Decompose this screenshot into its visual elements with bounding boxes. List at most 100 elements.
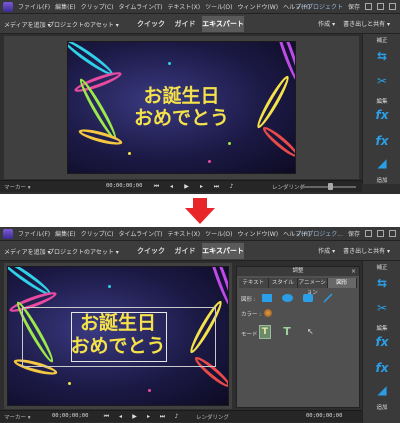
maximize-button[interactable] — [377, 3, 384, 10]
export-share-dropdown[interactable]: 書き出しと共有 ▾ — [343, 246, 390, 255]
menu-file[interactable]: ファイル(F) — [18, 2, 50, 11]
tab-guided[interactable]: ガイド — [168, 243, 202, 259]
fx-icon[interactable]: fx — [373, 335, 391, 349]
marker-dropdown[interactable]: マーカー ▾ — [4, 413, 31, 421]
play-icon[interactable]: ▶ — [130, 412, 139, 421]
rendering-label[interactable]: レンダリング — [196, 413, 229, 421]
line-shape-icon[interactable] — [323, 293, 333, 303]
minimize-button[interactable] — [365, 3, 372, 10]
confetti — [208, 160, 211, 163]
marker-dropdown[interactable]: マーカー ▾ — [4, 183, 31, 191]
adjust-sliders-icon[interactable]: ⇆ — [373, 276, 391, 290]
minimize-button[interactable] — [365, 230, 372, 237]
project-assets-dropdown[interactable]: プロジェクトのアセット ▾ — [48, 20, 119, 29]
tab-text[interactable]: テキスト — [239, 278, 269, 288]
maximize-button[interactable] — [377, 230, 384, 237]
monitor-panel: お誕生日 おめでとう — [4, 263, 232, 409]
video-preview[interactable]: お誕生日 おめでとう — [7, 266, 229, 406]
tab-quick[interactable]: クイック — [134, 16, 168, 32]
save-button[interactable]: 保存 — [348, 229, 360, 238]
tab-guided[interactable]: ガイド — [168, 16, 202, 32]
menu-file[interactable]: ファイル(F) — [18, 229, 50, 238]
rectangle-shape-icon[interactable] — [262, 294, 272, 302]
video-preview[interactable]: お誕生日 おめでとう — [67, 41, 296, 174]
volume-icon[interactable]: ♪ — [172, 412, 181, 421]
tools-icon[interactable]: ✂ — [373, 301, 391, 315]
rounded-rect-shape-icon[interactable] — [303, 294, 313, 302]
menu-clip[interactable]: クリップ(C) — [81, 229, 114, 238]
zoom-slider-knob[interactable] — [328, 183, 333, 190]
tab-expert[interactable]: エキスパート — [202, 16, 244, 32]
color-swatch-icon[interactable]: ◢ — [373, 383, 391, 397]
step-back-icon[interactable]: ◂ — [116, 412, 125, 421]
confetti — [148, 389, 151, 392]
down-arrow-icon — [185, 198, 215, 224]
title-line-1[interactable]: お誕生日 — [8, 313, 228, 334]
menu-window[interactable]: ウィンドウ(W) — [237, 229, 278, 238]
play-icon[interactable]: ▶ — [182, 182, 191, 191]
confetti — [68, 382, 71, 385]
add-label: 追加 — [376, 178, 388, 184]
menu-edit[interactable]: 編集(E) — [55, 2, 75, 11]
project-assets-dropdown[interactable]: プロジェクトのアセット ▾ — [48, 247, 119, 256]
create-dropdown[interactable]: 作成 ▾ — [318, 19, 335, 28]
mode-toolbar: メディアを追加 ▾ プロジェクトのアセット ▾ クイック ガイド エキスパート … — [0, 241, 400, 261]
color-picker-icon[interactable] — [264, 309, 272, 317]
color-swatch-icon[interactable]: ◢ — [373, 156, 391, 170]
tab-quick[interactable]: クイック — [134, 243, 168, 259]
tab-shape[interactable]: 図形 — [327, 278, 357, 288]
add-media-dropdown[interactable]: メディアを追加 ▾ — [4, 20, 51, 29]
adjust-dialog: 調整 × テキスト スタイル アニメーション 図形 図形 : カラー : モード… — [236, 266, 360, 408]
app-icon — [3, 2, 13, 12]
project-name[interactable]: マイプロジェクト — [295, 2, 343, 11]
volume-icon[interactable]: ♪ — [227, 182, 236, 191]
tools-icon[interactable]: ✂ — [373, 74, 391, 88]
menu-timeline[interactable]: タイムライン(T) — [119, 229, 163, 238]
timecode-duration: 00;00;00;00 — [306, 413, 343, 419]
menu-timeline[interactable]: タイムライン(T) — [119, 2, 163, 11]
tab-expert[interactable]: エキスパート — [202, 243, 244, 259]
menu-edit[interactable]: 編集(E) — [55, 229, 75, 238]
step-back-icon[interactable]: ◂ — [167, 182, 176, 191]
add-media-dropdown[interactable]: メディアを追加 ▾ — [4, 247, 51, 256]
monitor-panel: お誕生日 おめでとう — [4, 36, 359, 179]
shape-label: 図形 : — [241, 297, 256, 303]
fx-icon[interactable]: fx — [373, 361, 391, 375]
menu-window[interactable]: ウィンドウ(W) — [237, 2, 278, 11]
title-line-2[interactable]: おめでとう — [8, 336, 228, 357]
go-start-icon[interactable]: ⏮ — [102, 412, 111, 421]
fx-icon[interactable]: fx — [373, 108, 391, 122]
ellipse-shape-icon[interactable] — [282, 294, 293, 302]
close-button[interactable] — [389, 3, 396, 10]
title-line-2: おめでとう — [133, 107, 229, 129]
tab-style[interactable]: スタイル — [268, 278, 298, 288]
dialog-tabs: テキスト スタイル アニメーション 図形 — [239, 278, 357, 296]
go-end-icon[interactable]: ⏭ — [158, 412, 167, 421]
menu-text[interactable]: テキスト(X) — [167, 229, 200, 238]
save-button[interactable]: 保存 — [348, 2, 360, 11]
export-share-dropdown[interactable]: 書き出しと共有 ▾ — [343, 19, 390, 28]
confetti — [128, 152, 131, 155]
go-end-icon[interactable]: ⏭ — [212, 182, 221, 191]
project-name[interactable]: マイプロジェク... — [295, 229, 343, 238]
fx-icon[interactable]: fx — [373, 134, 391, 148]
go-start-icon[interactable]: ⏮ — [152, 182, 161, 191]
menu-tools[interactable]: ツール(O) — [205, 2, 232, 11]
menu-bar: ファイル(F) 編集(E) クリップ(C) タイムライン(T) テキスト(X) … — [0, 0, 400, 14]
menu-text[interactable]: テキスト(X) — [167, 2, 200, 11]
close-icon[interactable]: × — [351, 268, 356, 275]
close-button[interactable] — [389, 230, 396, 237]
text-mode-fill-icon[interactable]: T — [259, 325, 271, 339]
menu-tools[interactable]: ツール(O) — [205, 229, 232, 238]
step-forward-icon[interactable]: ▸ — [144, 412, 153, 421]
create-dropdown[interactable]: 作成 ▾ — [318, 246, 335, 255]
color-label: カラー : — [241, 312, 262, 318]
tab-animation[interactable]: アニメーション — [298, 278, 328, 296]
menu-clip[interactable]: クリップ(C) — [81, 2, 114, 11]
fix-label: 補正 — [376, 265, 388, 271]
playback-bar: マーカー ▾ 00;00;00;00 ⏮ ◂ ▶ ▸ ⏭ ♪ レンダリング 00… — [0, 410, 362, 422]
screenshot-before: ファイル(F) 編集(E) クリップ(C) タイムライン(T) テキスト(X) … — [0, 0, 400, 194]
adjust-sliders-icon[interactable]: ⇆ — [373, 49, 391, 63]
step-forward-icon[interactable]: ▸ — [197, 182, 206, 191]
text-mode-outline-icon[interactable]: T — [281, 325, 293, 339]
